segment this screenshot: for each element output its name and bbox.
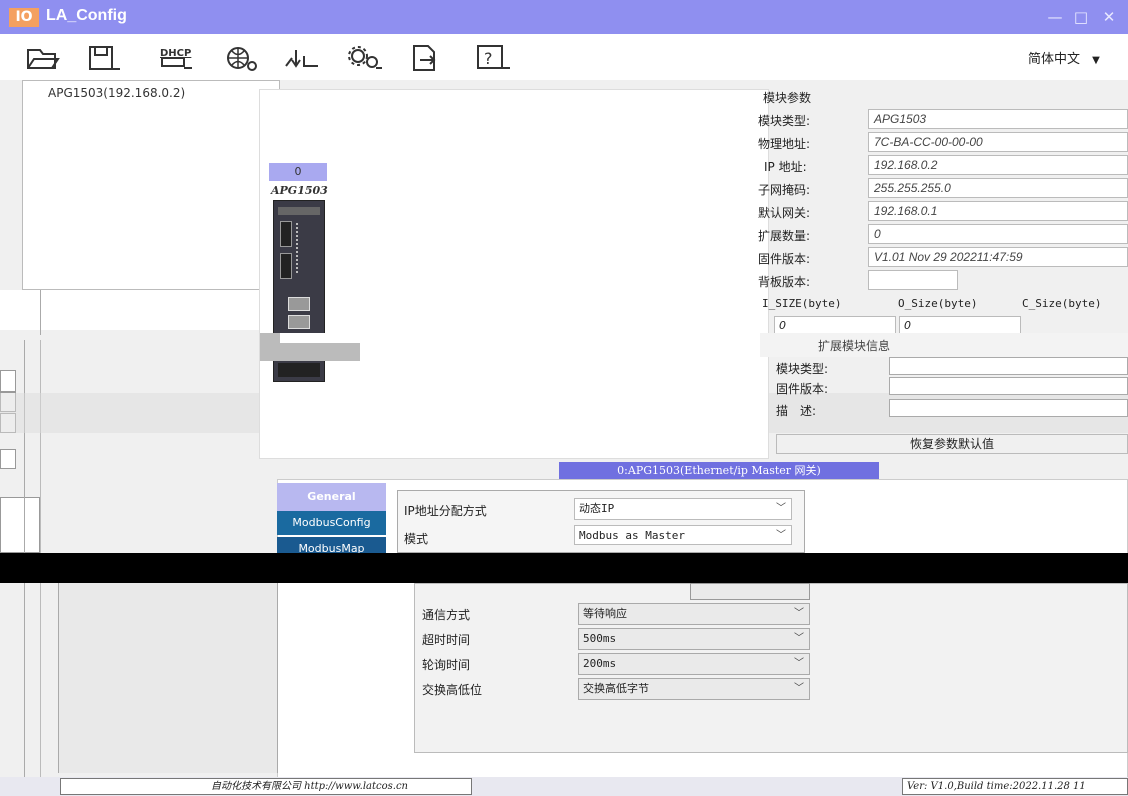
minimize-button[interactable]: — [1042,6,1068,28]
select-value: Modbus as Master [579,529,685,542]
param-label: 背板版本: [758,275,811,289]
module-view [259,89,769,459]
byte-swap-select[interactable]: 交换高低字节 ﹀ [578,678,810,700]
close-button[interactable]: ✕ [1096,6,1122,28]
title-bar [0,0,1128,34]
param-value[interactable]: 7C-BA-CC-00-00-00 [868,132,1128,152]
select-value: 等待响应 [583,607,627,620]
param-value[interactable]: 0 [868,224,1128,244]
param-label: IP 地址: [764,160,807,174]
param-value[interactable]: 255.255.255.0 [868,178,1128,198]
settings-icon[interactable] [344,42,388,74]
chevron-down-icon: ﹀ [776,503,786,514]
mode-select[interactable]: Modbus as Master ﹀ [574,525,792,545]
o-size-label: O_Size(byte) [898,297,978,310]
param-label: 默认网关: [758,206,811,220]
param-value[interactable]: APG1503 [868,109,1128,129]
network-scan-icon[interactable] [222,42,266,74]
select-value: 交换高低字节 [583,682,649,695]
chevron-down-icon: ﹀ [794,658,804,669]
select-value: 500ms [583,632,617,645]
i-size-label: I_SIZE(byte) [762,297,842,310]
poll-time-select[interactable]: 200ms ﹀ [578,653,810,675]
partial-select[interactable] [690,583,810,600]
language-value: 简体中文 [1028,52,1081,67]
chevron-down-icon: ﹀ [794,608,804,619]
config-label: 超时时间 [422,633,471,647]
download-icon[interactable] [282,42,326,74]
left-control[interactable] [0,449,16,469]
maximize-button[interactable]: □ [1068,6,1094,28]
chevron-down-icon: ﹀ [776,530,786,541]
config-label: 交换高低位 [422,683,483,697]
slot-badge: 0 [269,163,327,181]
device-tree[interactable] [22,80,280,290]
open-icon[interactable] [20,42,64,74]
c-size-label: C_Size(byte) [1022,297,1102,310]
left-lower-panel [58,583,278,773]
svg-text:?: ? [484,49,493,68]
chevron-down-icon: ▼ [1092,55,1100,66]
ext-header: 扩展模块信息 [818,339,891,353]
glitch-band [0,553,1128,583]
language-select[interactable]: 简体中文 ▼ [1028,48,1100,67]
ext-label: 模块类型: [776,362,829,376]
export-icon[interactable] [406,42,450,74]
select-value: 动态IP [579,502,615,515]
module-tab[interactable]: 0:APG1503(Ethernet/ip Master 网关) [559,462,879,479]
ext-label: 描 述: [776,404,817,418]
status-version: Ver: V1.0,Build time:2022.11.28 11 [902,778,1128,795]
param-value[interactable] [868,270,958,290]
ip-mode-select[interactable]: 动态IP ﹀ [574,498,792,520]
glitch-band [280,333,760,343]
param-value[interactable]: 192.168.0.2 [868,155,1128,175]
config-label: 通信方式 [422,608,471,622]
left-control[interactable] [0,497,40,553]
left-control[interactable] [0,370,16,392]
tree-item-device[interactable]: APG1503(192.168.0.2) [48,86,185,100]
comm-mode-select[interactable]: 等待响应 ﹀ [578,603,810,625]
ext-value[interactable] [889,357,1128,375]
ext-value[interactable] [889,377,1128,395]
app-logo: IO [9,8,39,27]
params-header: 模块参数 [763,91,812,105]
ext-label: 固件版本: [776,382,829,396]
status-company: 自动化技术有限公司 http://www.latcos.cn [60,778,472,795]
app-title: LA_Config [46,7,127,24]
param-value[interactable]: 192.168.0.1 [868,201,1128,221]
chevron-down-icon: ﹀ [794,633,804,644]
dhcp-icon[interactable]: DHCP [156,42,200,74]
timeout-select[interactable]: 500ms ﹀ [578,628,810,650]
param-label: 扩展数量: [758,229,811,243]
divider [40,290,41,335]
config-label: IP地址分配方式 [404,504,487,518]
chevron-down-icon: ﹀ [794,683,804,694]
select-value: 200ms [583,657,617,670]
module-name: APG1503 [271,184,328,197]
param-label: 物理地址: [758,137,811,151]
param-label: 固件版本: [758,252,811,266]
ext-value[interactable] [889,399,1128,417]
o-size-value[interactable]: 0 [899,316,1021,334]
tab-general[interactable]: General [277,483,386,511]
config-label: 轮询时间 [422,658,471,672]
i-size-value[interactable]: 0 [774,316,896,334]
help-icon[interactable]: ? [472,42,516,74]
param-value[interactable]: V1.01 Nov 29 202211:47:59 [868,247,1128,267]
save-icon[interactable] [82,42,126,74]
tab-modbus-config[interactable]: ModbusConfig [277,511,386,535]
config-label: 模式 [404,532,429,546]
left-panel-band [0,290,280,330]
ext-header-band [760,333,1128,357]
restore-defaults-button[interactable]: 恢复参数默认值 [776,434,1128,454]
param-label: 子网掩码: [758,183,811,197]
param-label: 模块类型: [758,114,811,128]
